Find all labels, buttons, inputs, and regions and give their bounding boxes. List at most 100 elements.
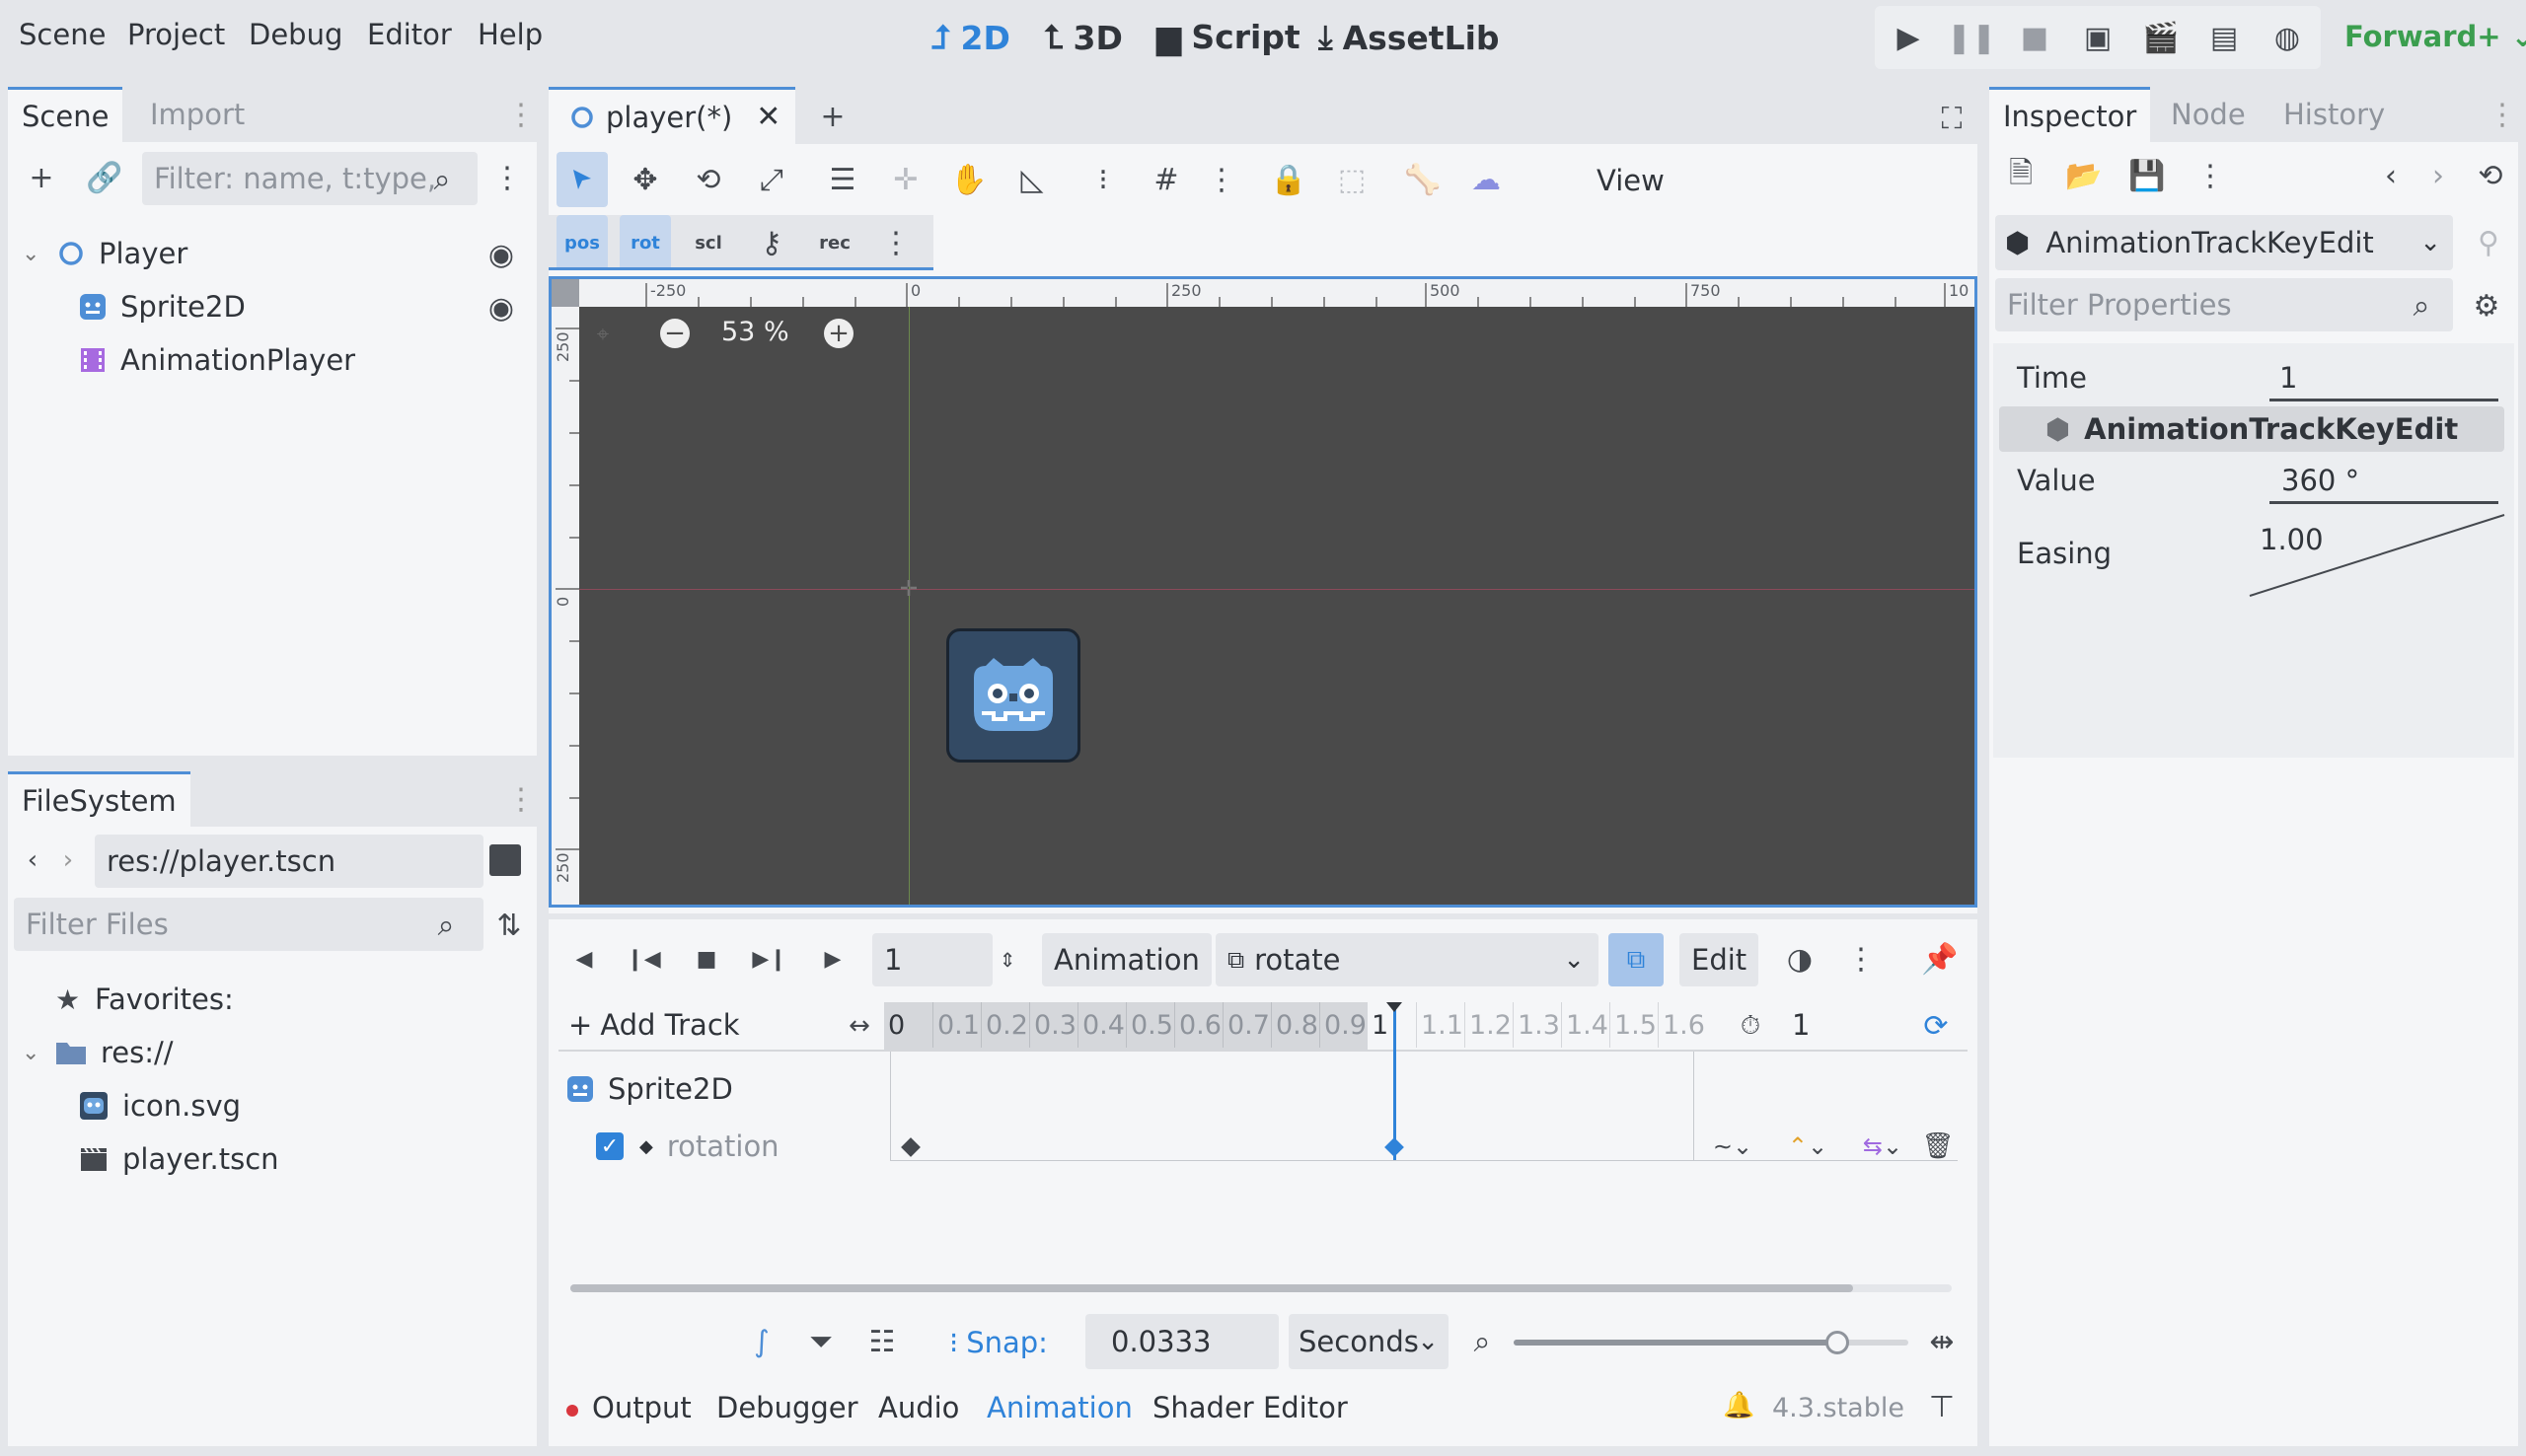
interpolation-mode-icon[interactable]: ∼⌄ (1703, 1128, 1762, 1164)
file-player-tscn[interactable]: player.tscn (79, 1138, 279, 1180)
autoplay-toggle-icon[interactable]: ⧉ (1608, 933, 1664, 986)
bezier-icon[interactable]: ∫ (742, 1322, 781, 1361)
workspace-assetlib-tab[interactable]: ⤓ AssetLib (1318, 18, 1500, 57)
add-tab-icon[interactable]: + (811, 95, 854, 138)
playhead-handle-icon[interactable] (1386, 1002, 1402, 1012)
snap-value-field[interactable]: 0.0333 (1085, 1314, 1279, 1369)
add-track-button[interactable]: + Add Track (568, 1008, 740, 1042)
file-icon-svg[interactable]: icon.svg (79, 1085, 241, 1127)
link-icon[interactable]: 🔗 (83, 156, 126, 199)
history-icon[interactable]: ⟲ (2471, 156, 2510, 195)
edit-menu-button[interactable]: Edit (1679, 933, 1759, 986)
update-mode-icon[interactable]: ⌃ ⌄ (1778, 1128, 1837, 1164)
favorites-row[interactable]: ★ Favorites: (55, 979, 234, 1020)
menu-scene[interactable]: Scene (19, 18, 106, 51)
play-backwards-from-end-icon[interactable]: ❙◀ (624, 939, 663, 979)
snap-toggle[interactable]: ⁝ Snap: (949, 1326, 1048, 1359)
open-folder-icon[interactable]: 📂 (2064, 156, 2104, 195)
bottom-tab-output[interactable]: Output (592, 1391, 692, 1424)
animation-length-field[interactable]: 1 (1792, 1008, 1810, 1042)
expand-panel-icon[interactable]: ⊤ (1924, 1389, 1960, 1424)
grid-snap-icon[interactable]: # (1141, 152, 1192, 207)
play-icon[interactable]: ▶ (813, 939, 853, 979)
play-icon[interactable]: ▶ (1887, 16, 1930, 59)
zoom-level[interactable]: 53 % (721, 317, 789, 347)
loop-icon[interactable]: ⟳ (1916, 1006, 1956, 1046)
frame-spinbox[interactable]: 1 (872, 933, 993, 986)
workspace-script-tab[interactable]: ▆ Script (1156, 18, 1300, 56)
node-info-icon[interactable]: ⚲ (2467, 221, 2510, 264)
timeline-zoom-slider[interactable] (1514, 1331, 1908, 1354)
fit-timeline-icon[interactable]: ⇹ (1922, 1322, 1962, 1361)
animation-select[interactable]: ⧉ rotate ⌄ (1216, 933, 1598, 986)
move-tool-icon[interactable]: ✥ (620, 152, 671, 207)
close-icon[interactable]: ✕ (756, 100, 780, 134)
bottom-tab-animation[interactable]: Animation (987, 1391, 1133, 1424)
menu-help[interactable]: Help (478, 18, 543, 51)
track-list-icon[interactable]: ☷ (862, 1322, 902, 1361)
bottom-tab-audio[interactable]: Audio (878, 1391, 959, 1424)
save-icon[interactable]: 💾 (2127, 156, 2167, 195)
sort-icon[interactable]: ⇅ (489, 906, 529, 945)
bottom-tab-shader-editor[interactable]: Shader Editor (1152, 1391, 1348, 1424)
play-scene-icon[interactable]: 🎬 (2139, 16, 2183, 59)
sprite2d-preview[interactable] (946, 628, 1080, 763)
pivot-tool-icon[interactable]: ✛ (880, 152, 931, 207)
scrollbar-thumb[interactable] (570, 1284, 1853, 1292)
play-custom-scene-icon[interactable]: ▤ (2202, 16, 2246, 59)
remote-debug-icon[interactable]: ▣ (2076, 16, 2119, 59)
viewport[interactable]: -250 0 250 500 750 10 250 0 250 ✛ ⌖ − 53… (549, 276, 1977, 908)
delete-track-icon[interactable]: 🗑 (1920, 1128, 1956, 1164)
tab-filesystem[interactable]: FileSystem (8, 771, 190, 827)
movie-maker-icon[interactable]: ◍ (2266, 16, 2309, 59)
stop-icon[interactable]: ■ (2013, 16, 2056, 59)
bone-icon[interactable]: 🦴 (1397, 152, 1449, 207)
track-group-sprite2d[interactable]: Sprite2D (566, 1069, 733, 1109)
scale-tool-icon[interactable]: ⤢ (746, 152, 797, 207)
key-options-icon[interactable]: ⋮ (870, 215, 922, 270)
menu-project[interactable]: Project (127, 18, 225, 51)
stop-icon[interactable]: ■ (687, 939, 726, 979)
zoom-out-icon[interactable]: − (660, 319, 690, 348)
timeline-ruler[interactable]: 0 0.1 0.2 0.3 0.4 0.5 0.6 0.7 0.8 0.9 1 … (884, 1002, 1705, 1050)
value-field[interactable]: 360 ° (2260, 454, 2506, 509)
distraction-free-icon[interactable]: ⛶ (1930, 97, 1973, 140)
tab-inspector[interactable]: Inspector (1989, 87, 2151, 142)
tree-node-sprite2d[interactable]: Sprite2D (79, 286, 246, 328)
snap-options-icon[interactable]: ⋮ (1196, 152, 1247, 207)
more-options-icon[interactable]: ⋮ (2191, 156, 2230, 195)
time-field[interactable]: 1 (2260, 351, 2506, 406)
dock-menu-icon[interactable]: ⋮ (506, 95, 536, 134)
menu-editor[interactable]: Editor (367, 18, 452, 51)
pan-tool-icon[interactable]: ✋ (943, 152, 995, 207)
forward-arrow-icon[interactable]: › (55, 840, 81, 880)
pin-icon[interactable]: 📌 (1920, 939, 1960, 979)
back-arrow-icon[interactable]: ‹ (20, 840, 45, 880)
split-view-icon[interactable] (489, 844, 521, 876)
zoom-in-icon[interactable]: + (824, 319, 854, 348)
scene-menu-icon[interactable]: ⋮ (485, 156, 529, 199)
spin-arrows-icon[interactable]: ⇕ (995, 937, 1020, 983)
select-tool-icon[interactable] (557, 152, 608, 207)
notification-bell-icon[interactable]: 🔔 (1723, 1391, 1754, 1420)
key-position-toggle[interactable]: pos (557, 215, 608, 270)
onion-skin-icon[interactable]: ◑ (1780, 939, 1820, 979)
track-rotation[interactable]: ✓ ◆ rotation (596, 1127, 780, 1166)
tab-node[interactable]: Node (2157, 87, 2260, 142)
tab-history[interactable]: History (2269, 87, 2399, 142)
slider-knob[interactable] (1825, 1331, 1849, 1354)
ruler-tool-icon[interactable]: ◺ (1006, 152, 1058, 207)
dock-menu-icon[interactable]: ⋮ (506, 779, 536, 819)
tab-scene[interactable]: Scene (8, 87, 123, 142)
easing-curve-editor[interactable]: 1.00 (2248, 513, 2506, 598)
tree-node-animationplayer[interactable]: AnimationPlayer (79, 339, 355, 381)
tab-import[interactable]: Import (136, 87, 259, 142)
resize-icon[interactable]: ↔ (843, 1006, 876, 1046)
res-folder-row[interactable]: ⌄ res:// (22, 1032, 174, 1073)
key-rotation-toggle[interactable]: rot (620, 215, 671, 270)
pause-icon[interactable]: ❚❚ (1947, 16, 1996, 59)
center-view-icon[interactable]: ⌖ (587, 319, 619, 350)
snap-unit-select[interactable]: Seconds ⌄ (1289, 1314, 1449, 1369)
list-select-icon[interactable]: ☰ (817, 152, 868, 207)
menu-debug[interactable]: Debug (249, 18, 342, 51)
